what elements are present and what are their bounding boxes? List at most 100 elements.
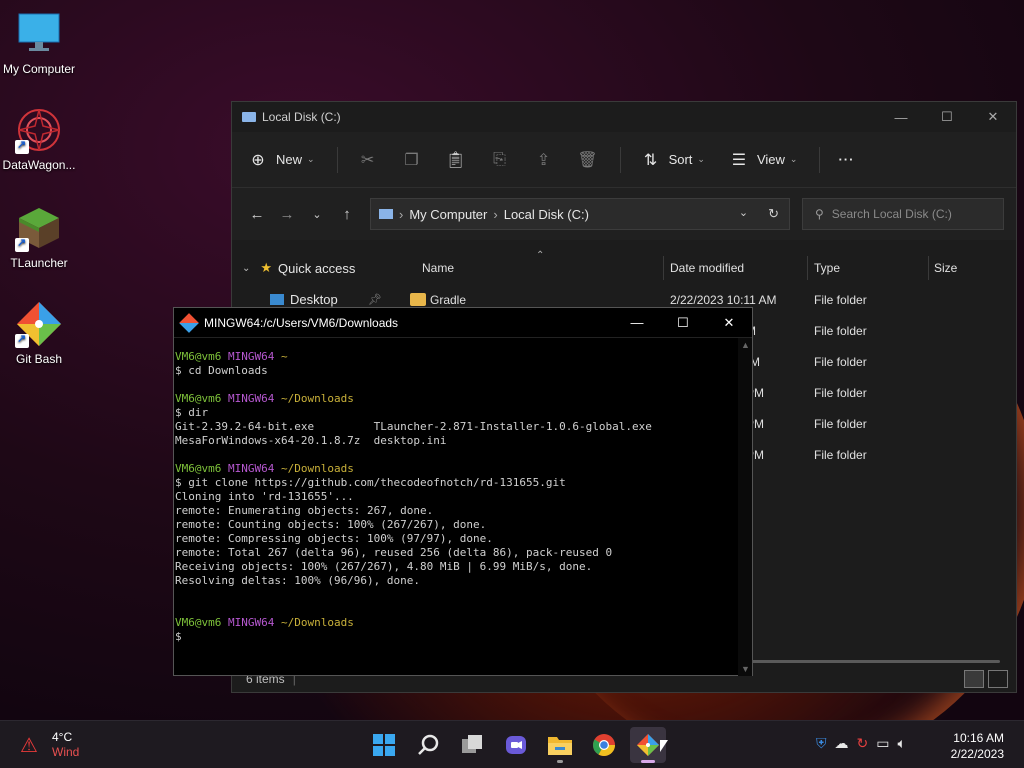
taskbar-apps: [366, 727, 666, 763]
scroll-down-icon[interactable]: ▼: [741, 664, 750, 674]
view-button-label: View: [756, 152, 785, 167]
toolbar-divider: [619, 146, 621, 173]
more-options-button[interactable]: ···: [838, 152, 854, 167]
up-arrow-icon[interactable]: ↑: [332, 206, 362, 223]
active-indicator: [641, 760, 655, 763]
prompt-env: MINGW64: [227, 350, 275, 363]
sync-error-icon[interactable]: ↻: [857, 735, 869, 752]
maximize-button[interactable]: ☐: [924, 102, 970, 132]
clock-date: 2/22/2023: [950, 747, 1004, 761]
monitor-icon: [15, 10, 63, 58]
display-icon[interactable]: ▭: [876, 735, 889, 752]
breadcrumb-my-computer[interactable]: My Computer: [409, 207, 487, 222]
close-button[interactable]: ✕: [706, 308, 752, 338]
tiles-view-icon[interactable]: [988, 670, 1008, 688]
system-tray: ⛨ ☁︎ ↻ ▭ 🔈︎: [816, 735, 906, 752]
file-explorer-taskbar-button[interactable]: [542, 727, 578, 763]
expand-chevron-icon[interactable]: ⌄: [242, 263, 250, 274]
chrome-taskbar-button[interactable]: [586, 727, 622, 763]
new-button-label: New: [276, 152, 303, 167]
taskbar-search-button[interactable]: [410, 727, 446, 763]
sort-up-chevron-icon: ⌃: [536, 250, 545, 261]
details-view-icon[interactable]: [964, 670, 984, 688]
maximize-button[interactable]: ☐: [660, 308, 706, 338]
file-explorer-icon: [548, 737, 572, 755]
toolbar-divider: [819, 146, 821, 173]
back-arrow-icon[interactable]: ←: [242, 206, 272, 223]
network-off-icon[interactable]: ☁︎: [835, 735, 849, 752]
file-name: Gradle: [430, 293, 467, 307]
minimize-button[interactable]: —: [614, 308, 660, 338]
breadcrumb-local-disk[interactable]: Local Disk (C:): [504, 207, 589, 222]
minimize-button[interactable]: —: [878, 102, 924, 132]
running-indicator: [557, 760, 563, 763]
terminal-scrollbar[interactable]: ▲ ▼: [738, 338, 752, 676]
close-button[interactable]: ✕: [970, 102, 1016, 132]
desktop-icon-tlauncher[interactable]: TLauncher: [0, 204, 78, 270]
terminal-titlebar[interactable]: MINGW64:/c/Users/VM6/Downloads — ☐ ✕: [174, 308, 752, 338]
prompt-env: MINGW64: [227, 462, 275, 475]
grass-block-icon: [15, 204, 63, 252]
chevron-down-icon: ⌄: [789, 154, 798, 164]
terminal-block: VM6@vm6 MINGW64 ~/Downloads $ dir Git-2.…: [175, 392, 652, 447]
prompt-env: MINGW64: [227, 616, 275, 629]
desktop-icon-git-bash[interactable]: Git Bash: [0, 300, 78, 366]
terminal-command-output: Cloning into 'rd-131655'... remote: Enum…: [175, 490, 613, 587]
view-button[interactable]: ☰ View ⌄: [727, 148, 798, 172]
address-bar[interactable]: › My Computer › Local Disk (C:) ⌄ ↻: [370, 198, 790, 230]
explorer-titlebar[interactable]: Local Disk (C:) — ☐ ✕: [232, 102, 1016, 132]
new-button[interactable]: ⊕ New ⌄: [246, 148, 314, 172]
terminal-command: $ dir: [175, 406, 209, 419]
chat-button[interactable]: [498, 727, 534, 763]
weather-temp: 4°C: [52, 730, 73, 744]
column-header-type[interactable]: Type: [814, 252, 840, 284]
column-header-name[interactable]: Name: [422, 252, 454, 284]
plus-circle-icon: ⊕: [251, 151, 265, 169]
scissors-icon: ✂: [360, 151, 375, 169]
breadcrumb-separator-icon: ›: [399, 206, 404, 222]
desktop-icon-datawagon[interactable]: DataWagon...: [0, 106, 78, 172]
sort-button[interactable]: ⇅ Sort ⌄: [639, 148, 705, 172]
column-header-date[interactable]: Date modified: [670, 252, 744, 284]
file-type: File folder: [814, 448, 867, 462]
drive-icon: [242, 112, 256, 122]
rename-button[interactable]: ⎘: [488, 148, 518, 172]
forward-arrow-icon[interactable]: →: [272, 206, 302, 223]
recent-locations-chevron-icon[interactable]: ⌄: [302, 208, 332, 221]
security-shield-icon[interactable]: ⛨: [816, 735, 827, 752]
terminal-command: $: [175, 630, 182, 643]
start-button[interactable]: [366, 727, 402, 763]
windows-start-icon: [373, 734, 395, 756]
prompt-user: VM6@vm6: [175, 350, 222, 363]
clock-time: 10:16 AM: [953, 731, 1004, 745]
desktop-icon-my-computer[interactable]: My Computer: [0, 10, 78, 76]
column-divider: [807, 256, 808, 280]
toolbar-divider: [336, 146, 338, 173]
volume-icon[interactable]: 🔈︎: [897, 735, 905, 752]
horizontal-scrollbar[interactable]: [750, 660, 1000, 663]
nav-item-quick-access[interactable]: ⌄ ★ Quick access: [232, 252, 390, 284]
search-input[interactable]: ⚲ Search Local Disk (C:): [802, 198, 1004, 230]
task-view-button[interactable]: [454, 727, 490, 763]
address-dropdown-chevron-icon[interactable]: ⌄: [739, 206, 748, 222]
delete-button[interactable]: 🗑︎: [576, 148, 606, 172]
terminal-output[interactable]: VM6@vm6 MINGW64 ~ $ cd Downloads VM6@vm6…: [174, 338, 752, 644]
refresh-icon[interactable]: ↻: [768, 206, 779, 222]
paste-button[interactable]: 📋︎: [444, 148, 474, 172]
desktop-folder-icon: [270, 293, 284, 305]
copy-button[interactable]: ❐: [400, 148, 430, 172]
column-header-size[interactable]: Size: [934, 252, 957, 284]
share-button[interactable]: ⇪: [532, 148, 562, 172]
mouse-cursor: [660, 740, 668, 752]
weather-widget[interactable]: ⚠︎ 4°C Wind: [20, 730, 79, 760]
shortcut-arrow-icon: [15, 236, 29, 252]
star-icon: ★: [260, 260, 273, 275]
git-bash-icon: [637, 734, 659, 756]
git-bash-terminal-window[interactable]: MINGW64:/c/Users/VM6/Downloads — ☐ ✕ VM6…: [173, 307, 753, 676]
scroll-up-icon[interactable]: ▲: [741, 340, 750, 350]
desktop-icon-label: Git Bash: [15, 352, 63, 366]
git-bash-icon: [179, 312, 199, 333]
nav-item-label: Desktop: [290, 291, 338, 307]
taskbar-clock[interactable]: 10:16 AM 2/22/2023: [951, 730, 1004, 762]
cut-button[interactable]: ✂: [356, 148, 386, 172]
